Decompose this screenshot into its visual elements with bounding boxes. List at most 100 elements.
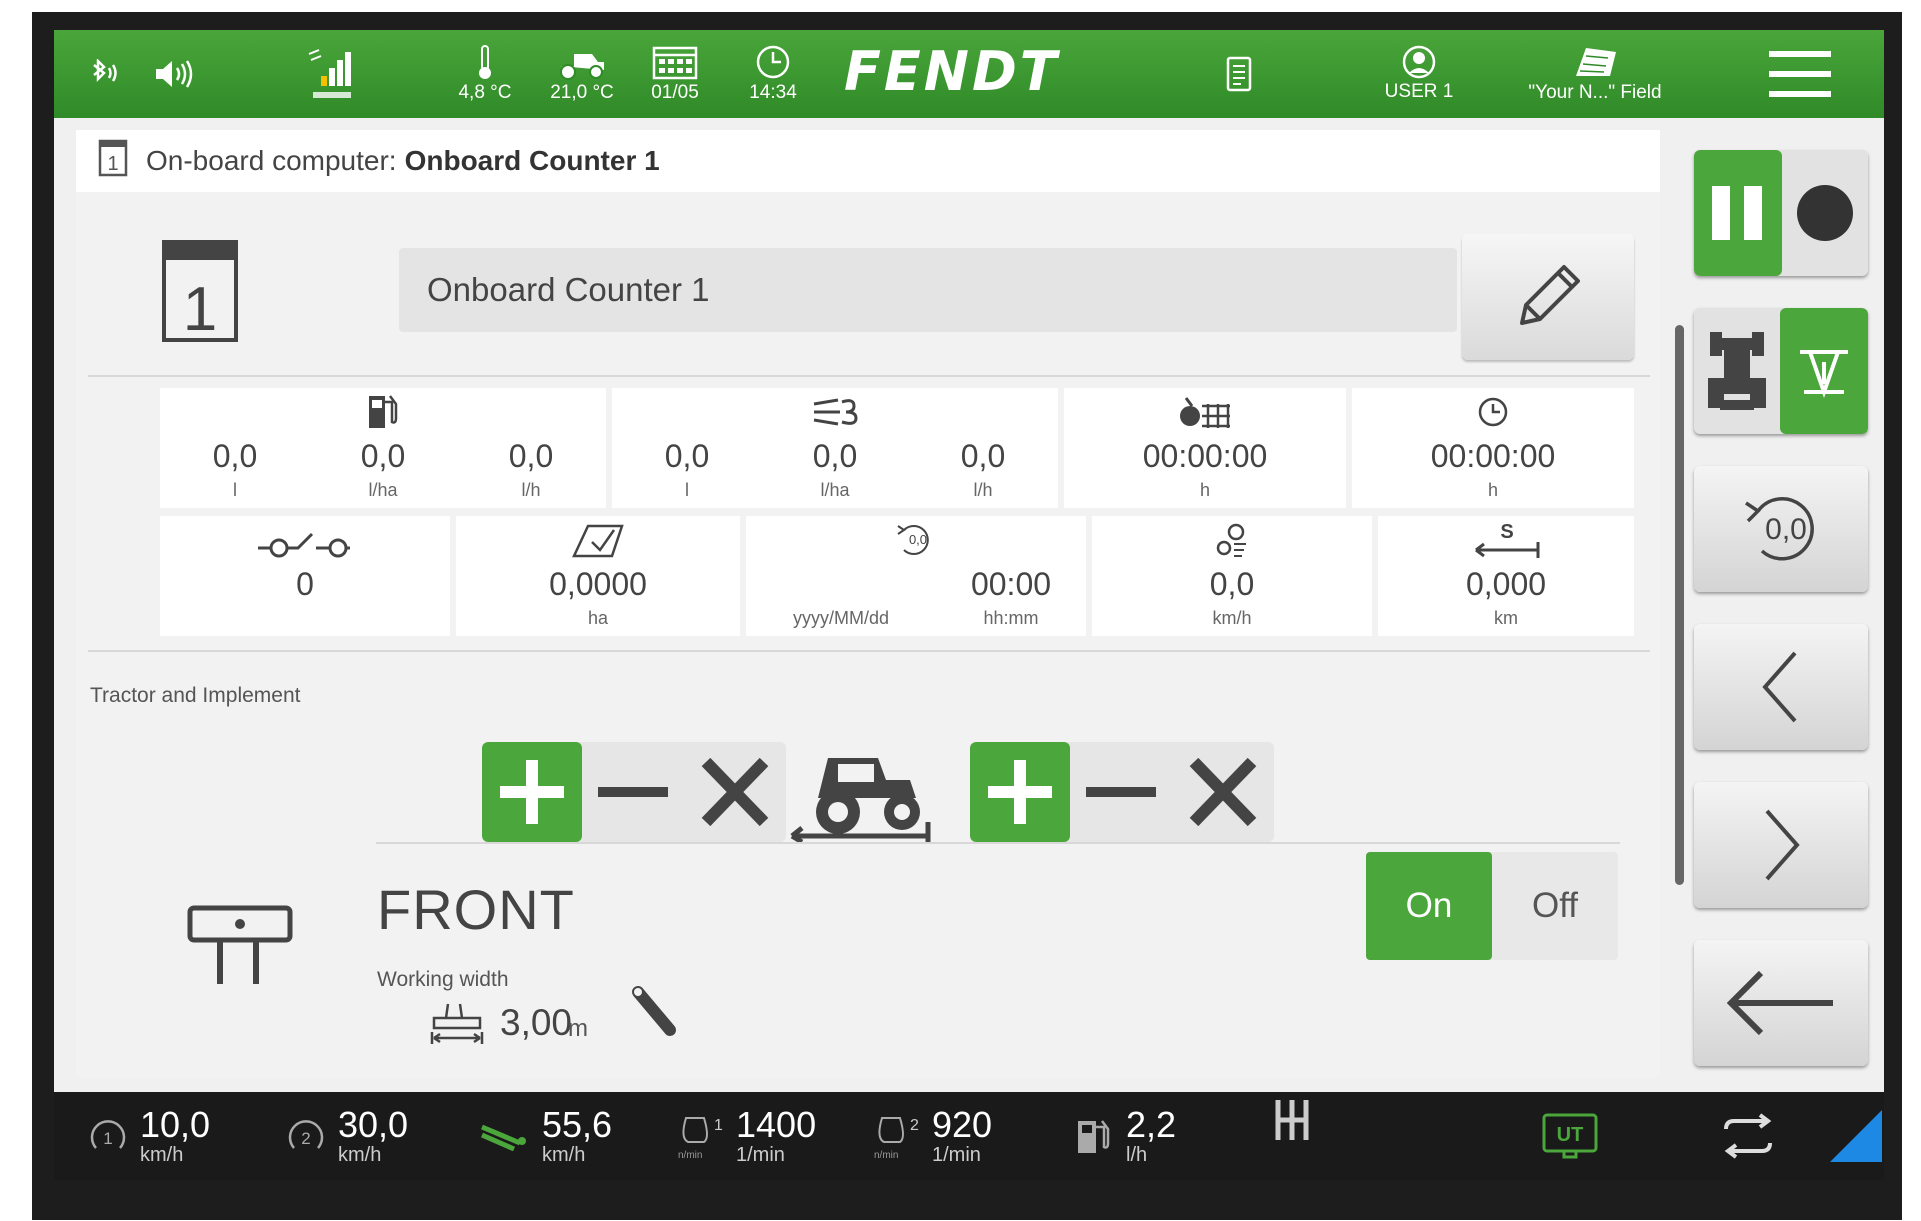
- field-selector[interactable]: "Your N..." Field: [1520, 30, 1670, 118]
- work-hours-value: 00:00:00: [1142, 438, 1268, 474]
- cruise-speed-1-unit: km/h: [140, 1143, 184, 1166]
- reset-counter-button[interactable]: 0,0: [1694, 466, 1868, 592]
- next-counter-button[interactable]: [1694, 782, 1868, 908]
- tractor-mode-button[interactable]: [1694, 308, 1780, 434]
- delete-front-implement-button[interactable]: [684, 742, 786, 842]
- svg-text:UT: UT: [1557, 1124, 1584, 1146]
- actual-speed-value: 55,6: [542, 1103, 613, 1145]
- time-value: 14:34: [749, 82, 797, 103]
- tractor-temperature: 21,0 °C: [542, 30, 622, 118]
- cruise-speed-1-value: 10,0: [140, 1103, 211, 1145]
- lift-counter-icon: [258, 532, 350, 558]
- swap-arrows-icon: [1724, 1113, 1772, 1159]
- previous-counter-button[interactable]: [1694, 624, 1868, 750]
- document-icon[interactable]: [1214, 30, 1264, 118]
- date-value: 01/05: [651, 82, 699, 103]
- record-icon: [1797, 185, 1853, 241]
- distance-value: 0,000: [1465, 566, 1547, 602]
- engine-rpm-2[interactable]: 2 n/min 920 1/min: [872, 1092, 992, 1180]
- cruise-control-2-icon: 2: [288, 1120, 324, 1149]
- average-speed-card[interactable]: 0,0 km/h: [1092, 516, 1372, 636]
- total-hours-card[interactable]: 00:00:00 h: [1352, 388, 1634, 508]
- cruise-speed-2-unit: km/h: [338, 1143, 382, 1166]
- distance-card[interactable]: S 0,000 km: [1378, 516, 1634, 636]
- user-name: USER 1: [1384, 81, 1454, 102]
- bluetooth-icon[interactable]: [78, 30, 128, 118]
- implement-top-icon: [1800, 350, 1848, 399]
- actual-speed: 55,6 km/h: [480, 1092, 612, 1180]
- def-per-hour-value: 0,0: [960, 438, 1006, 474]
- add-front-implement-button[interactable]: [482, 742, 582, 842]
- engine-rpm-1-value: 1400: [736, 1103, 817, 1145]
- cruise-speed-1[interactable]: 1 10,0 km/h: [88, 1092, 210, 1180]
- universal-terminal-button[interactable]: UT: [1540, 1092, 1600, 1180]
- record-pause-toggle[interactable]: [1694, 150, 1868, 276]
- swap-screens-button[interactable]: [1720, 1092, 1776, 1180]
- pause-button[interactable]: [1694, 150, 1782, 276]
- speed-icon: [1216, 523, 1246, 557]
- implement-count-card[interactable]: 0: [160, 516, 450, 636]
- terminal-screen: 4,8 °C 21,0 °C 01/05 14:34 FENDT USER 1 …: [54, 30, 1884, 1180]
- fuel-consumption-card[interactable]: 0,0 l 0,0 l/ha 0,0 l/h: [160, 388, 606, 508]
- implement-mode-button[interactable]: [1780, 308, 1868, 434]
- delete-rear-implement-button[interactable]: [1172, 742, 1274, 842]
- clock[interactable]: 14:34: [738, 30, 808, 118]
- wrench-icon[interactable]: [630, 984, 680, 1045]
- back-button[interactable]: [1694, 940, 1868, 1066]
- svg-text:1: 1: [103, 1129, 112, 1148]
- tractor-implement-mode-toggle[interactable]: [1694, 308, 1868, 434]
- user-profile[interactable]: USER 1: [1374, 30, 1464, 118]
- transmission-icon[interactable]: [1272, 1092, 1312, 1184]
- reset-time-unit: hh:mm: [983, 608, 1039, 628]
- implement-hours-icon: [1180, 397, 1230, 428]
- ut-icon: UT: [1542, 1113, 1598, 1159]
- implement-on-off-toggle[interactable]: On Off: [1366, 852, 1618, 960]
- distance-icon: S: [1475, 521, 1540, 558]
- working-width-unit: m: [568, 1015, 588, 1042]
- counter-name-field[interactable]: Onboard Counter 1: [399, 248, 1457, 332]
- last-reset-card[interactable]: 0,0 yyyy/MM/dd 00:00 hh:mm: [746, 516, 1086, 636]
- ambient-temperature: 4,8 °C: [450, 30, 520, 118]
- cruise-speed-2[interactable]: 2 30,0 km/h: [286, 1092, 408, 1180]
- def-consumption-card[interactable]: 0,0 l 0,0 l/ha 0,0 l/h: [612, 388, 1058, 508]
- panel-header: 1 On-board computer: Onboard Counter 1: [76, 130, 1660, 192]
- reset-date-unit: yyyy/MM/dd: [792, 608, 889, 628]
- svg-text:1: 1: [107, 153, 118, 175]
- toggle-on-option[interactable]: On: [1366, 852, 1492, 960]
- add-rear-implement-button[interactable]: [970, 742, 1070, 842]
- engine-rpm-1[interactable]: 1 n/min 1400 1/min: [676, 1092, 816, 1180]
- clock-icon: [1478, 397, 1508, 427]
- brand-logo: FENDT: [844, 40, 1060, 103]
- hamburger-menu-icon[interactable]: [1760, 30, 1840, 118]
- def-total-unit: l: [685, 480, 689, 500]
- record-button[interactable]: [1782, 150, 1868, 276]
- front-implement-controls: [482, 742, 786, 842]
- cruise-control-1-icon: 1: [90, 1120, 126, 1149]
- fuel-pump-icon: [1078, 1120, 1110, 1153]
- remove-front-implement-button[interactable]: [582, 742, 684, 842]
- toggle-off-option[interactable]: Off: [1492, 852, 1618, 960]
- rear-implement-controls: [970, 742, 1274, 842]
- field-name: "Your N..." Field: [1528, 82, 1662, 103]
- fuel-per-ha-value: 0,0: [360, 438, 406, 474]
- date[interactable]: 01/05: [640, 30, 710, 118]
- counter-large-icon: 1: [160, 238, 240, 349]
- working-width-value[interactable]: 3,00: [500, 1002, 572, 1044]
- volume-icon[interactable]: [150, 30, 200, 118]
- scrollbar[interactable]: [1675, 325, 1684, 885]
- fuel-per-ha-unit: l/ha: [368, 480, 398, 500]
- svg-text:0,0: 0,0: [909, 532, 927, 547]
- work-hours-card[interactable]: 00:00:00 h: [1064, 388, 1346, 508]
- fuel-pump-icon: [369, 395, 398, 428]
- edit-button[interactable]: [1462, 234, 1634, 360]
- remove-rear-implement-button[interactable]: [1070, 742, 1172, 842]
- area-card[interactable]: 0,0000 ha: [456, 516, 740, 636]
- plus-icon: [988, 760, 1052, 824]
- top-status-bar: 4,8 °C 21,0 °C 01/05 14:34 FENDT USER 1 …: [54, 30, 1884, 118]
- chevron-right-icon: [1765, 809, 1800, 881]
- pencil-icon: [1520, 265, 1580, 325]
- divider: [88, 375, 1650, 377]
- def-per-ha-value: 0,0: [812, 438, 858, 474]
- tractor-top-icon: [1708, 332, 1766, 410]
- average-speed-value: 0,0: [1209, 566, 1255, 602]
